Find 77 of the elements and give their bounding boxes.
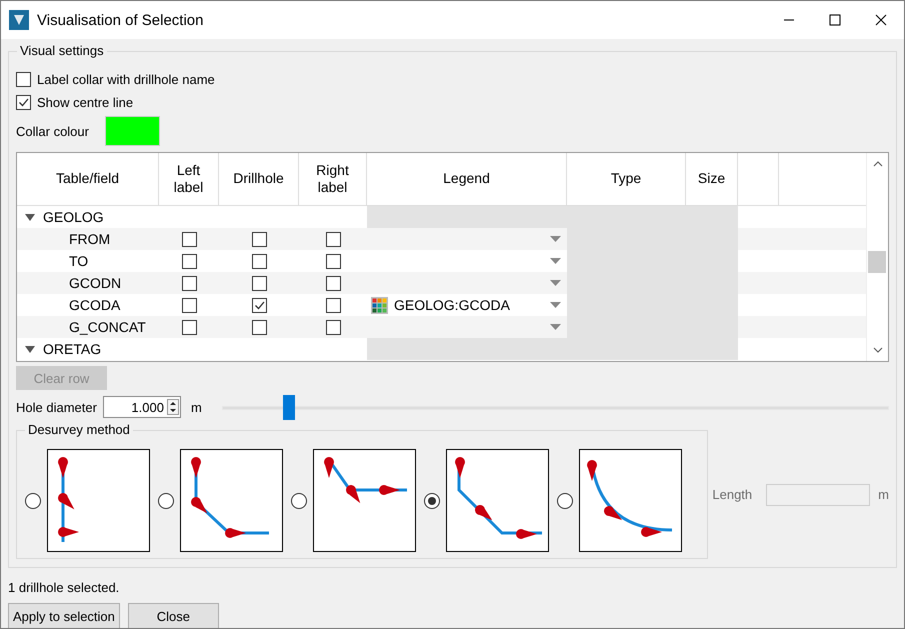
dropdown-arrow-icon[interactable] [550, 324, 561, 330]
checkbox[interactable] [326, 254, 340, 268]
tree-item[interactable]: GCODN [69, 275, 122, 291]
column-header[interactable]: Type [567, 153, 686, 205]
column-header[interactable]: Drillhole [219, 153, 299, 205]
checkbox[interactable] [252, 254, 266, 268]
radio-button[interactable] [291, 492, 307, 508]
checkbox[interactable] [326, 298, 340, 312]
column-header[interactable]: Legend [367, 153, 567, 205]
checkbox[interactable] [182, 232, 196, 246]
table-row[interactable]: G_CONCAT [17, 316, 866, 338]
radio-button[interactable] [424, 492, 440, 508]
dropdown-arrow-icon[interactable] [550, 280, 561, 286]
table-row[interactable]: FROM [17, 228, 866, 250]
spinner-arrows-icon[interactable] [166, 399, 179, 415]
trajectory-drawing[interactable] [313, 449, 416, 552]
tree-item[interactable]: FROM [69, 231, 110, 247]
colour-swatch[interactable] [104, 116, 160, 146]
column-header[interactable]: Right label [306, 162, 358, 196]
trajectory-drawing[interactable] [180, 449, 283, 552]
group-title: Visual settings [17, 43, 107, 58]
column-header[interactable]: Size [686, 153, 738, 205]
expanded-icon[interactable] [25, 346, 35, 352]
radio-button[interactable] [557, 492, 573, 508]
checkbox[interactable] [16, 72, 31, 87]
checkbox[interactable] [326, 276, 340, 290]
legend-icon [371, 296, 388, 314]
checkbox[interactable] [326, 320, 340, 334]
dropdown-arrow-icon[interactable] [550, 302, 561, 308]
checkbox[interactable] [252, 320, 266, 334]
field-label: Length [712, 487, 752, 502]
tree-item[interactable]: GCODA [69, 297, 120, 313]
column-header[interactable]: Table/field [17, 153, 159, 205]
scrollbar-thumb[interactable] [868, 251, 886, 273]
column-header[interactable]: Left label [162, 162, 214, 196]
trajectory-drawing[interactable] [446, 449, 549, 552]
checkbox[interactable] [182, 320, 196, 334]
tree-item[interactable]: GEOLOG [43, 209, 104, 225]
field-label: Hole diameter [16, 400, 97, 414]
trajectory-drawing[interactable] [579, 449, 682, 552]
slider-thumb[interactable] [282, 395, 294, 420]
tree-item[interactable]: G_CONCAT [69, 319, 146, 335]
dropdown-arrow-icon[interactable] [550, 236, 561, 242]
checkbox[interactable] [182, 298, 196, 312]
slider[interactable] [222, 395, 889, 419]
window-title: Visualisation of Selection [37, 12, 204, 28]
close-icon[interactable] [875, 14, 887, 26]
trajectory-drawing[interactable] [47, 449, 150, 552]
checkbox[interactable] [182, 254, 196, 268]
radio-button[interactable] [158, 492, 174, 508]
tree-item[interactable]: ORETAG [43, 341, 102, 357]
scroll-up-icon[interactable] [872, 161, 882, 167]
checkbox-label: Show centre line [37, 95, 134, 110]
number-field[interactable]: 1.000 [102, 396, 181, 418]
radio-button[interactable] [25, 492, 41, 508]
tree-item[interactable]: TO [69, 253, 88, 269]
table-row[interactable]: GCODN [17, 272, 866, 294]
unit-label: m [878, 487, 889, 502]
checkbox[interactable] [252, 232, 266, 246]
app-icon [9, 10, 29, 30]
field-label: Collar colour [16, 124, 89, 138]
checkbox[interactable] [16, 95, 31, 110]
checkbox[interactable] [182, 276, 196, 290]
unit-label: m [190, 400, 202, 414]
maximize-icon[interactable] [829, 14, 841, 26]
group-title: Desurvey method [25, 422, 133, 437]
close-button[interactable]: Close [128, 603, 219, 628]
status-text: 1 drillhole selected. [8, 580, 120, 596]
scroll-down-icon[interactable] [872, 347, 882, 353]
dropdown-arrow-icon[interactable] [550, 258, 561, 264]
apply-button[interactable]: Apply to selection [8, 603, 120, 628]
legend-name: GEOLOG:GCODA [394, 297, 510, 313]
checkbox-label: Label collar with drillhole name [37, 72, 215, 87]
expanded-icon[interactable] [25, 214, 35, 220]
checkbox[interactable] [252, 276, 266, 290]
checkbox[interactable] [326, 232, 340, 246]
checkbox[interactable] [252, 298, 266, 312]
